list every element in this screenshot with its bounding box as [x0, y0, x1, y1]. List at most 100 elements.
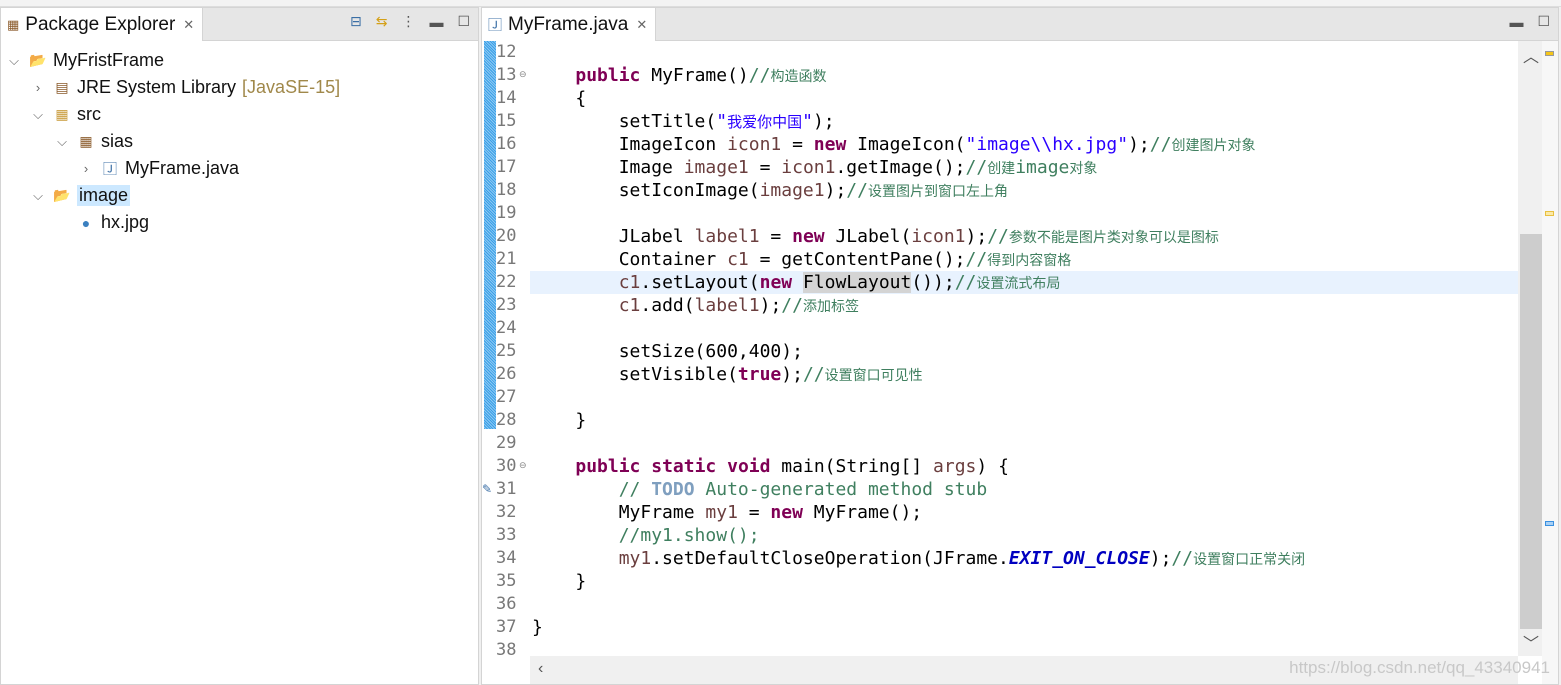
code-line[interactable]: c1.setLayout(new FlowLayout());//设置流式布局	[530, 271, 1518, 294]
code-line[interactable]	[530, 202, 1518, 225]
java-file-icon: 🄹	[103, 160, 117, 177]
code-line[interactable]: setSize(600,400);	[530, 340, 1518, 363]
code-line[interactable]: public static void main(String[] args) {	[530, 455, 1518, 478]
source-folder-icon: ▦	[55, 106, 69, 122]
scrollbar-thumb[interactable]	[1520, 234, 1542, 629]
fold-toggle-icon[interactable]: ⊖	[519, 69, 527, 80]
code-line[interactable]: MyFrame my1 = new MyFrame();	[530, 501, 1518, 524]
code-token: = getContentPane();	[748, 249, 966, 270]
code-line[interactable]: //my1.show();	[530, 524, 1518, 547]
code-token: //	[954, 272, 977, 293]
code-line[interactable]	[530, 386, 1518, 409]
code-line[interactable]: setTitle("我爱你中国");	[530, 110, 1518, 133]
chevron-down-icon[interactable]: ⌵	[31, 188, 45, 204]
tree-item-label: MyFrame.java	[125, 158, 240, 178]
code-line[interactable]: c1.add(label1);//添加标签	[530, 294, 1518, 317]
code-area[interactable]: public MyFrame()//构造函数 { setTitle("我爱你中国…	[530, 41, 1518, 656]
code-line[interactable]: {	[530, 87, 1518, 110]
line-number: 15	[496, 111, 517, 131]
chevron-right-icon[interactable]: ›	[31, 80, 45, 95]
minimize-icon[interactable]: ▬	[429, 14, 443, 30]
tree-item-label: image	[77, 185, 131, 206]
code-token: icon1	[727, 134, 782, 155]
line-number: 23	[496, 295, 517, 315]
vertical-scrollbar[interactable]: ︿ ﹀	[1518, 41, 1542, 656]
code-token: icon1	[911, 226, 966, 247]
code-line[interactable]	[530, 432, 1518, 455]
line-number: 34	[496, 548, 517, 568]
maximize-icon[interactable]: ☐	[1537, 13, 1550, 30]
toolbar-strip	[0, 0, 1561, 7]
collapse-all-icon[interactable]: ⊟	[350, 13, 362, 30]
code-token: 得到内容窗格	[987, 253, 1072, 269]
line-number: 12	[496, 42, 517, 62]
line-number: 19	[496, 203, 517, 223]
tab-label: MyFrame.java	[508, 13, 629, 35]
code-line[interactable]: Container c1 = getContentPane();//得到内容窗格	[530, 248, 1518, 271]
code-token: //my1.show();	[532, 525, 760, 546]
line-number: 37	[496, 617, 517, 637]
scroll-up-icon[interactable]: ︿	[1523, 43, 1539, 67]
maximize-icon[interactable]: ☐	[457, 13, 470, 30]
tree-item[interactable]: › 🄹 MyFrame.java	[79, 155, 239, 182]
tab-myframe-java[interactable]: 🄹 MyFrame.java ✕	[482, 8, 657, 41]
minimize-icon[interactable]: ▬	[1509, 14, 1523, 30]
code-line[interactable]	[530, 593, 1518, 616]
code-line[interactable]: ImageIcon icon1 = new ImageIcon("image\\…	[530, 133, 1518, 156]
library-icon: ▤	[55, 79, 69, 95]
code-line[interactable]: }	[530, 616, 1518, 639]
tree-item[interactable]: ⌵ 📂 MyFristFrame	[7, 47, 164, 74]
line-number: 17	[496, 157, 517, 177]
line-number: 29	[496, 433, 517, 453]
code-token: args	[933, 456, 977, 477]
chevron-right-icon[interactable]: ›	[79, 161, 93, 176]
overview-ruler[interactable]	[1542, 41, 1558, 684]
code-line[interactable]	[530, 317, 1518, 340]
code-token: {	[532, 88, 587, 109]
close-icon[interactable]: ✕	[183, 17, 194, 33]
code-token: =	[781, 134, 814, 155]
code-line[interactable]	[530, 639, 1518, 656]
chevron-down-icon[interactable]: ⌵	[31, 107, 45, 123]
line-number: 31	[496, 479, 517, 499]
link-with-editor-icon[interactable]: ⇆	[376, 13, 388, 30]
chevron-down-icon[interactable]: ⌵	[55, 134, 69, 150]
code-line[interactable]: Image image1 = icon1.getImage();//创建imag…	[530, 156, 1518, 179]
tree-item[interactable]: ⌵ 📂 image	[31, 182, 131, 209]
code-token: 设置流式布局	[976, 276, 1061, 292]
code-token: ImageIcon(	[846, 134, 966, 155]
tree-item[interactable]: ● hx.jpg	[55, 209, 149, 236]
chevron-down-icon[interactable]: ⌵	[7, 53, 21, 69]
code-token: icon1	[781, 157, 836, 178]
code-line[interactable]: setVisible(true);//设置窗口可见性	[530, 363, 1518, 386]
tree-item[interactable]: › ▤ JRE System Library [JavaSE-15]	[31, 74, 340, 101]
code-line[interactable]: }	[530, 570, 1518, 593]
code-line[interactable]: // TODO Auto-generated method stub	[530, 478, 1518, 501]
tab-package-explorer[interactable]: ▦ Package Explorer ✕	[1, 8, 204, 41]
tree-item[interactable]: ⌵ ▦ sias	[55, 128, 133, 155]
fold-toggle-icon[interactable]: ⊖	[519, 460, 527, 471]
scroll-down-icon[interactable]: ﹀	[1523, 630, 1539, 654]
code-line[interactable]: my1.setDefaultCloseOperation(JFrame.EXIT…	[530, 547, 1518, 570]
view-tabbar: ▦ Package Explorer ✕ ⊟ ⇆ ⋮ ▬ ☐	[1, 8, 478, 41]
line-number: 20	[496, 226, 517, 246]
view-menu-icon[interactable]: ⋮	[401, 13, 415, 30]
code-line[interactable]: setIconImage(image1);//设置图片到窗口左上角	[530, 179, 1518, 202]
code-line[interactable]: public MyFrame()//构造函数	[530, 64, 1518, 87]
code-line[interactable]: }	[530, 409, 1518, 432]
code-token: //	[987, 226, 1009, 247]
code-line[interactable]	[530, 41, 1518, 64]
task-marker[interactable]	[1545, 521, 1554, 526]
close-icon[interactable]: ✕	[636, 17, 647, 33]
scroll-left-icon[interactable]: ‹	[538, 660, 543, 678]
line-number: 28	[496, 410, 517, 430]
occurrence-marker[interactable]	[1545, 211, 1554, 216]
tree-item[interactable]: ⌵ ▦ src	[31, 101, 101, 128]
warning-marker[interactable]	[1545, 51, 1554, 56]
code-line[interactable]: JLabel label1 = new JLabel(icon1);//参数不能…	[530, 225, 1518, 248]
task-icon[interactable]: ✎	[482, 482, 492, 496]
code-token: 我爱你中国	[727, 113, 803, 131]
line-number-gutter[interactable]: 12 13 ⊖ 14 15 16 17 18 19 20 21 22 23 24 25 26 27 28 29 30 ⊖…	[482, 41, 530, 660]
